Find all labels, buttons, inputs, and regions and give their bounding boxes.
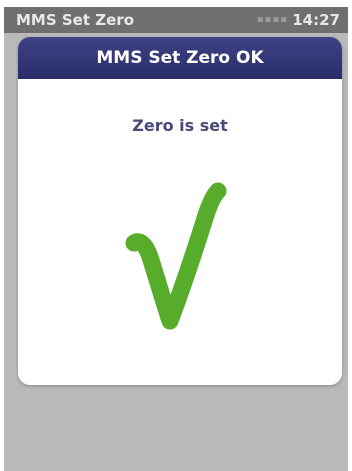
dialog-message: Zero is set bbox=[132, 116, 228, 135]
checkmark-icon bbox=[124, 179, 232, 339]
dialog-title: MMS Set Zero OK bbox=[18, 37, 342, 79]
confirmation-dialog: MMS Set Zero OK Zero is set bbox=[18, 37, 342, 385]
status-bar-title: MMS Set Zero bbox=[16, 11, 135, 29]
status-bar: MMS Set Zero ▪▪▪▪ 14:27 bbox=[4, 7, 348, 33]
status-bar-clock: 14:27 bbox=[292, 11, 340, 29]
signal-indicator: ▪▪▪▪ bbox=[256, 14, 288, 25]
app-screen: MMS Set Zero ▪▪▪▪ 14:27 MMS Set Zero OK … bbox=[4, 7, 348, 471]
